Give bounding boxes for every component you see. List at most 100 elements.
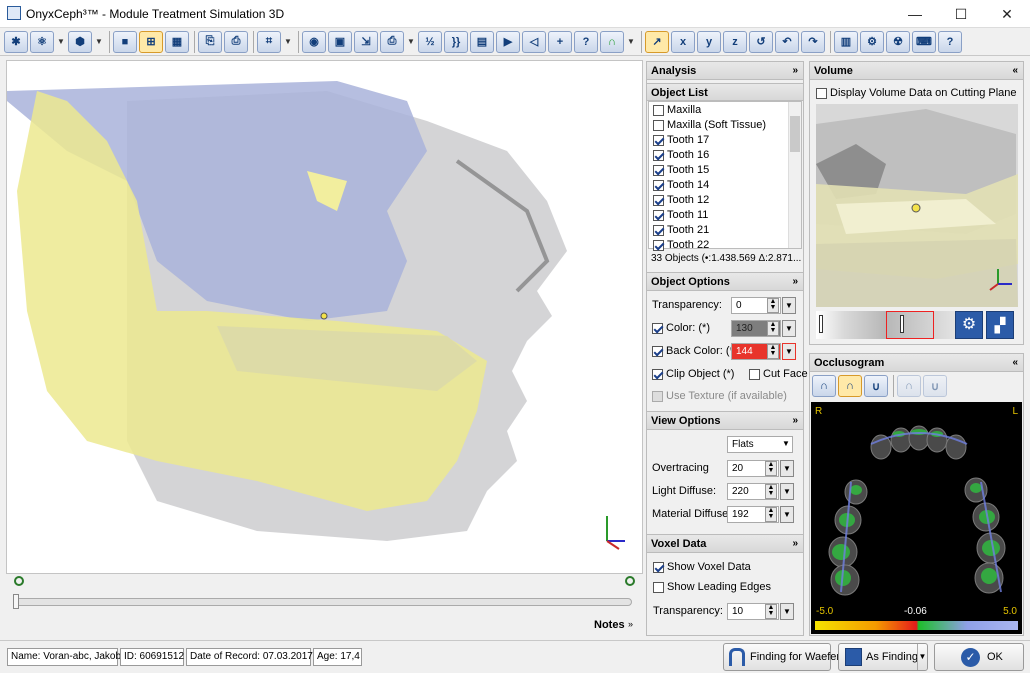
move-icon[interactable]: ↗	[645, 30, 669, 53]
color-checkbox[interactable]	[652, 322, 663, 334]
lower-arch-icon[interactable]: ∪	[864, 375, 888, 397]
ruler-icon[interactable]: ½	[418, 30, 442, 53]
cube-icon[interactable]: ⬢	[68, 30, 92, 53]
show-voxel-checkbox[interactable]	[653, 561, 664, 573]
leading-edges-checkbox[interactable]	[653, 581, 664, 593]
chevron-down-icon[interactable]: ▼	[782, 343, 796, 360]
chevron-down-icon[interactable]: ▼	[780, 506, 794, 523]
object-list-item[interactable]: Maxilla	[649, 103, 789, 118]
undo-icon[interactable]: ↶	[775, 30, 799, 53]
chevron-down-icon[interactable]: ▼	[406, 31, 416, 53]
use-texture-checkbox[interactable]	[652, 390, 663, 402]
tooth-fan-icon[interactable]: ⚛	[30, 30, 54, 53]
open-case-icon[interactable]: ⎘	[198, 30, 222, 53]
add-icon[interactable]: +	[548, 30, 572, 53]
object-checkbox[interactable]	[653, 194, 664, 206]
object-checkbox[interactable]	[653, 209, 664, 221]
table-icon[interactable]: ▤	[470, 30, 494, 53]
report-icon[interactable]: ▥	[834, 30, 858, 53]
object-checkbox[interactable]	[653, 119, 664, 131]
chevron-down-icon[interactable]: ▼	[56, 31, 66, 53]
spin-arrows-icon[interactable]: ▲ ▼	[765, 461, 777, 476]
chevron-down-icon[interactable]: ▼	[94, 31, 104, 53]
lower-outline-icon[interactable]: ∪	[923, 375, 947, 397]
crop-icon[interactable]: ⌗	[257, 30, 281, 53]
view-options-header[interactable]: View Options »	[647, 412, 803, 430]
close-button[interactable]: ✕	[984, 0, 1030, 28]
range-min-handle[interactable]	[819, 315, 823, 333]
object-list-item[interactable]: Tooth 14	[649, 178, 789, 193]
chevron-down-icon[interactable]: ▼	[283, 31, 293, 53]
chevron-down-icon[interactable]: ▼	[780, 460, 794, 477]
volume-preview[interactable]	[816, 104, 1018, 307]
spin-arrows-icon[interactable]: ▲ ▼	[765, 604, 777, 619]
single-view-icon[interactable]: ■	[113, 30, 137, 53]
collapse-icon[interactable]: »	[792, 273, 798, 291]
rotate-x-icon[interactable]: x	[671, 30, 695, 53]
collapse-icon[interactable]: «	[1012, 354, 1018, 372]
voxel-data-header[interactable]: Voxel Data »	[647, 535, 803, 553]
range-window[interactable]	[886, 311, 934, 339]
collapse-icon[interactable]: »	[792, 62, 798, 80]
cut-face-checkbox[interactable]	[749, 368, 760, 380]
settings-icon[interactable]: ⚙	[860, 30, 884, 53]
object-checkbox[interactable]	[653, 239, 664, 251]
chevron-down-icon[interactable]: ▼	[782, 320, 796, 337]
spin-arrows-icon[interactable]: ▲ ▼	[767, 344, 779, 359]
object-checkbox[interactable]	[653, 164, 664, 176]
spin-arrows-icon[interactable]: ▲ ▼	[767, 321, 779, 336]
object-list-item[interactable]: Tooth 11	[649, 208, 789, 223]
print-icon[interactable]: ⎙	[380, 30, 404, 53]
start-marker-icon[interactable]	[14, 576, 24, 586]
spin-arrows-icon[interactable]: ▲ ▼	[765, 507, 777, 522]
help-tooth-icon[interactable]: ?	[574, 30, 598, 53]
list-scrollbar[interactable]	[788, 102, 801, 248]
object-checkbox[interactable]	[653, 149, 664, 161]
help-icon[interactable]: ?	[938, 30, 962, 53]
spin-arrows-icon[interactable]: ▲ ▼	[767, 298, 779, 313]
collapse-icon[interactable]: «	[1012, 62, 1018, 80]
end-marker-icon[interactable]	[625, 576, 635, 586]
object-checkbox[interactable]	[653, 104, 664, 116]
maximize-button[interactable]: ☐	[938, 0, 984, 28]
object-list-item[interactable]: Tooth 17	[649, 133, 789, 148]
chevron-down-icon[interactable]: ▼	[782, 297, 796, 314]
object-list-item[interactable]: Tooth 16	[649, 148, 789, 163]
finding-for-wafer-button[interactable]: Finding for Waefer	[723, 643, 840, 671]
collapse-icon[interactable]: »	[792, 412, 798, 430]
minimize-button[interactable]: —	[892, 0, 938, 28]
object-list-item[interactable]: Maxilla (Soft Tissue)	[649, 118, 789, 133]
clip-object-checkbox[interactable]	[652, 368, 663, 380]
save-case-icon[interactable]: ⎙	[224, 30, 248, 53]
layers-icon[interactable]: ▞	[986, 311, 1014, 339]
cutting-plane-checkbox[interactable]	[816, 87, 827, 99]
rotate-y-icon[interactable]: y	[697, 30, 721, 53]
3d-viewport[interactable]	[6, 60, 643, 574]
arch-icon[interactable]: ∩	[600, 30, 624, 53]
object-list-item[interactable]: Tooth 21	[649, 223, 789, 238]
chevron-down-icon[interactable]: ▼	[779, 436, 793, 453]
chevron-down-icon[interactable]: ▼	[780, 603, 794, 620]
radiation-icon[interactable]: ☢	[886, 30, 910, 53]
as-finding-button[interactable]: As Finding ▼	[838, 643, 928, 671]
object-checkbox[interactable]	[653, 224, 664, 236]
occlusogram-header[interactable]: Occlusogram «	[810, 354, 1023, 372]
object-options-header[interactable]: Object Options »	[647, 273, 803, 291]
rotate-z-icon[interactable]: z	[723, 30, 747, 53]
asterisk-icon[interactable]: ✱	[4, 30, 28, 53]
analysis-header[interactable]: Analysis »	[647, 62, 803, 80]
chevron-down-icon[interactable]: »	[628, 619, 633, 629]
chevron-down-icon[interactable]: ▼	[917, 644, 927, 670]
upper-outline-icon[interactable]: ∩	[897, 375, 921, 397]
chevron-down-icon[interactable]: ▼	[626, 31, 636, 53]
keyboard-icon[interactable]: ⌨	[912, 30, 936, 53]
ok-button[interactable]: ✓ OK	[934, 643, 1024, 671]
redo-icon[interactable]: ↷	[801, 30, 825, 53]
object-list-item[interactable]: Tooth 22	[649, 238, 789, 253]
play-icon[interactable]: ▶	[496, 30, 520, 53]
grid-view-icon[interactable]: ▦	[165, 30, 189, 53]
eraser-icon[interactable]: ◁	[522, 30, 546, 53]
object-checkbox[interactable]	[653, 134, 664, 146]
histogram-slider[interactable]	[816, 311, 956, 339]
occlusogram-view[interactable]: R L -5.0 -0.06 5.0	[811, 402, 1022, 634]
